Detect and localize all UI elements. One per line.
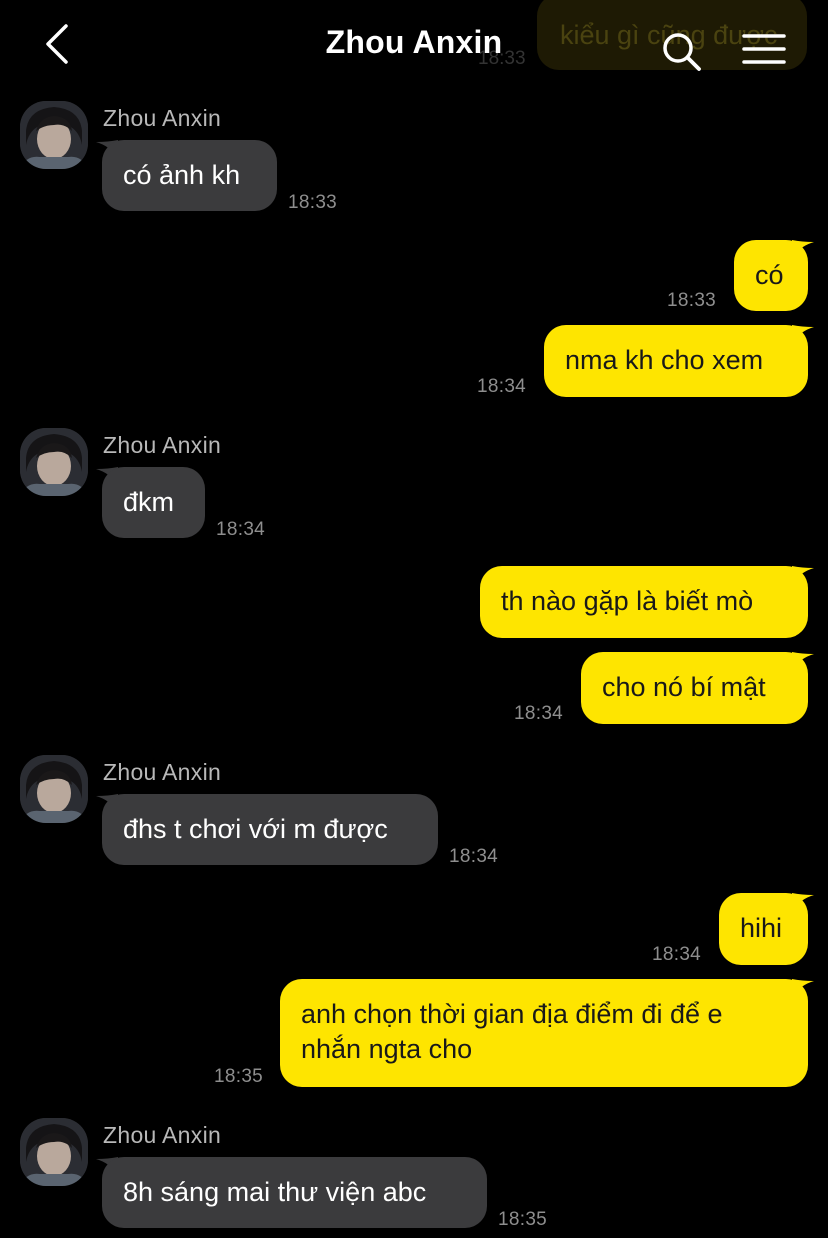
- message-bubble-incoming[interactable]: có ảnh kh: [102, 140, 277, 211]
- chat-header: Zhou Anxin: [0, 0, 828, 92]
- sender-name: Zhou Anxin: [103, 1122, 222, 1148]
- message-time: 18:33: [288, 192, 338, 213]
- message-time: 18:34: [514, 703, 564, 724]
- search-icon: [663, 33, 701, 71]
- message-time: 18:34: [449, 846, 499, 867]
- menu-button[interactable]: [742, 32, 786, 68]
- chat-title: Zhou Anxin: [325, 24, 503, 60]
- avatar[interactable]: [20, 101, 88, 169]
- message-bubble-outgoing[interactable]: th nào gặp là biết mò: [480, 566, 808, 638]
- message-bubble-outgoing[interactable]: hihi: [719, 893, 808, 965]
- message-time: 18:34: [652, 944, 702, 965]
- avatar[interactable]: [20, 428, 88, 496]
- avatar[interactable]: [20, 1118, 88, 1186]
- message-time: 18:33: [667, 290, 717, 311]
- avatar-photo-icon: [20, 101, 88, 169]
- message-bubble-outgoing[interactable]: nma kh cho xem: [544, 325, 808, 397]
- search-button[interactable]: [660, 30, 702, 72]
- message-bubble-incoming[interactable]: đhs t chơi với m được: [102, 794, 438, 865]
- hamburger-menu-icon: [742, 34, 786, 64]
- message-bubble-outgoing[interactable]: cho nó bí mật: [581, 652, 808, 724]
- message-time: 18:34: [477, 376, 527, 397]
- avatar-photo-icon: [20, 428, 88, 496]
- message-bubble-outgoing[interactable]: có: [734, 240, 808, 311]
- sender-name: Zhou Anxin: [103, 432, 222, 458]
- message-time: 18:35: [214, 1066, 264, 1087]
- avatar[interactable]: [20, 755, 88, 823]
- message-time: 18:35: [498, 1209, 548, 1230]
- message-time: 18:34: [216, 519, 266, 540]
- sender-name: Zhou Anxin: [103, 105, 222, 131]
- message-bubble-outgoing[interactable]: anh chọn thời gian địa điểm đi để e nhắn…: [280, 979, 808, 1087]
- message-bubble-incoming[interactable]: đkm: [102, 467, 205, 538]
- avatar-photo-icon: [20, 1118, 88, 1186]
- avatar-photo-icon: [20, 755, 88, 823]
- sender-name: Zhou Anxin: [103, 759, 222, 785]
- message-bubble-incoming[interactable]: 8h sáng mai thư viện abc: [102, 1157, 487, 1228]
